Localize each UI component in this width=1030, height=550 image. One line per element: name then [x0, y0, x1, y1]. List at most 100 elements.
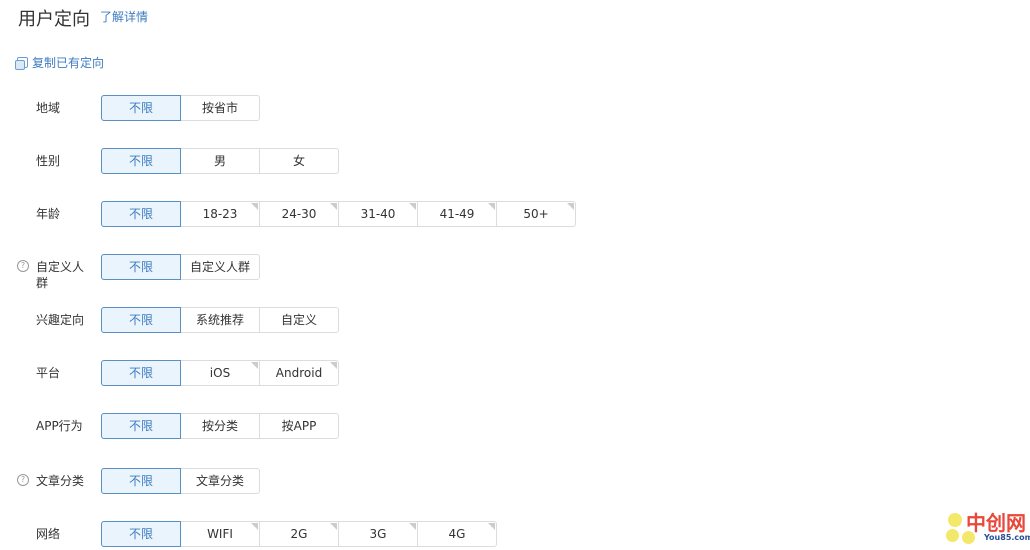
option-button[interactable]: 自定义人群 [180, 254, 260, 280]
option-button[interactable]: 24-30 [259, 201, 339, 227]
option-button[interactable]: 不限 [101, 95, 181, 121]
targeting-row: 地域 不限 按省市 [0, 95, 700, 121]
option-button[interactable]: 男 [180, 148, 260, 174]
option-button[interactable]: 不限 [101, 468, 181, 494]
option-label: 不限 [128, 474, 153, 488]
option-button[interactable]: 不限 [101, 254, 181, 280]
option-label: 不限 [128, 313, 153, 327]
option-label: 女 [292, 154, 305, 168]
option-label: 自定义 [280, 313, 317, 327]
multi-select-corner-icon [409, 203, 416, 210]
option-button[interactable]: Android [259, 360, 339, 386]
option-group: 不限 按省市 [101, 95, 260, 121]
copy-targeting-link[interactable]: 复制已有定向 [15, 54, 105, 71]
multi-select-corner-icon [251, 203, 258, 210]
targeting-row: ? 自定义人群 不限 自定义人群 [0, 254, 700, 290]
option-label: 2G [290, 527, 308, 541]
option-label: 不限 [128, 366, 153, 380]
option-button[interactable]: 女 [259, 148, 339, 174]
option-button[interactable]: 不限 [101, 307, 181, 333]
multi-select-corner-icon [330, 203, 337, 210]
option-label: 系统推荐 [195, 313, 244, 327]
option-button[interactable]: 41-49 [417, 201, 497, 227]
option-button[interactable]: 系统推荐 [180, 307, 260, 333]
option-label: 不限 [128, 527, 153, 541]
option-label: 18-23 [202, 207, 238, 221]
option-label: 按分类 [201, 419, 238, 433]
option-label: 31-40 [360, 207, 396, 221]
option-button[interactable]: 按APP [259, 413, 339, 439]
row-label: 地域 [36, 101, 61, 115]
option-label: 自定义人群 [189, 260, 250, 274]
page-title: 用户定向 [18, 9, 90, 30]
row-label: 网络 [36, 527, 61, 541]
option-label: 按APP [281, 419, 317, 433]
option-label: WIFI [207, 527, 233, 541]
option-button[interactable]: 18-23 [180, 201, 260, 227]
multi-select-corner-icon [251, 362, 258, 369]
option-group: 不限 男 女 [101, 148, 339, 174]
row-label: 性别 [36, 154, 61, 168]
option-button[interactable]: iOS [180, 360, 260, 386]
option-label: iOS [209, 366, 231, 380]
option-group: 不限 18-23 24-30 31-40 41-49 50+ [101, 201, 576, 227]
option-label: 3G [369, 527, 387, 541]
option-button[interactable]: 按分类 [180, 413, 260, 439]
option-button[interactable]: 按省市 [180, 95, 260, 121]
multi-select-corner-icon [330, 523, 337, 530]
targeting-row: 年龄 不限 18-23 24-30 31-40 41-49 50+ [0, 201, 700, 227]
option-label: 50+ [523, 207, 549, 221]
option-button[interactable]: 31-40 [338, 201, 418, 227]
option-button[interactable]: 不限 [101, 521, 181, 547]
help-icon[interactable]: ? [17, 474, 29, 486]
multi-select-corner-icon [488, 203, 495, 210]
option-button[interactable]: 4G [417, 521, 497, 547]
watermark-logo: 中创网 You85.com [940, 505, 1030, 550]
row-label: 自定义人群 [36, 260, 85, 290]
row-label: APP行为 [36, 419, 83, 433]
row-label: 兴趣定向 [36, 313, 85, 327]
watermark-cn: 中创网 [966, 511, 1026, 535]
option-button[interactable]: 不限 [101, 148, 181, 174]
targeting-row: ? 文章分类 不限 文章分类 [0, 468, 700, 494]
option-group: 不限 系统推荐 自定义 [101, 307, 339, 333]
option-button[interactable]: 不限 [101, 201, 181, 227]
multi-select-corner-icon [409, 523, 416, 530]
option-label: 不限 [128, 419, 153, 433]
option-button[interactable]: 不限 [101, 360, 181, 386]
copy-icon [15, 57, 28, 70]
targeting-row: 平台 不限 iOS Android [0, 360, 700, 386]
option-button[interactable]: 文章分类 [180, 468, 260, 494]
option-label: Android [275, 366, 323, 380]
learn-more-link[interactable]: 了解详情 [100, 8, 148, 25]
help-icon[interactable]: ? [17, 260, 29, 272]
option-button[interactable]: 2G [259, 521, 339, 547]
option-label: 24-30 [281, 207, 317, 221]
targeting-row: 兴趣定向 不限 系统推荐 自定义 [0, 307, 700, 333]
targeting-row: 网络 不限 WIFI 2G 3G 4G [0, 521, 700, 547]
watermark-en: You85.com [984, 533, 1030, 542]
option-group: 不限 按分类 按APP [101, 413, 339, 439]
option-group: 不限 WIFI 2G 3G 4G [101, 521, 497, 547]
option-label: 不限 [128, 101, 153, 115]
multi-select-corner-icon [251, 523, 258, 530]
option-button[interactable]: 不限 [101, 413, 181, 439]
targeting-row: 性别 不限 男 女 [0, 148, 700, 174]
option-button[interactable]: WIFI [180, 521, 260, 547]
option-label: 文章分类 [195, 474, 244, 488]
option-group: 不限 自定义人群 [101, 254, 260, 280]
option-button[interactable]: 自定义 [259, 307, 339, 333]
row-label: 文章分类 [36, 474, 85, 488]
option-button[interactable]: 50+ [496, 201, 576, 227]
option-label: 4G [448, 527, 466, 541]
copy-targeting-label: 复制已有定向 [32, 56, 105, 70]
option-group: 不限 iOS Android [101, 360, 339, 386]
row-label: 年龄 [36, 207, 61, 221]
targeting-row: APP行为 不限 按分类 按APP [0, 413, 700, 439]
multi-select-corner-icon [567, 203, 574, 210]
option-button[interactable]: 3G [338, 521, 418, 547]
option-label: 不限 [128, 260, 153, 274]
option-label: 41-49 [439, 207, 475, 221]
option-label: 男 [213, 154, 226, 168]
row-label: 平台 [36, 366, 61, 380]
